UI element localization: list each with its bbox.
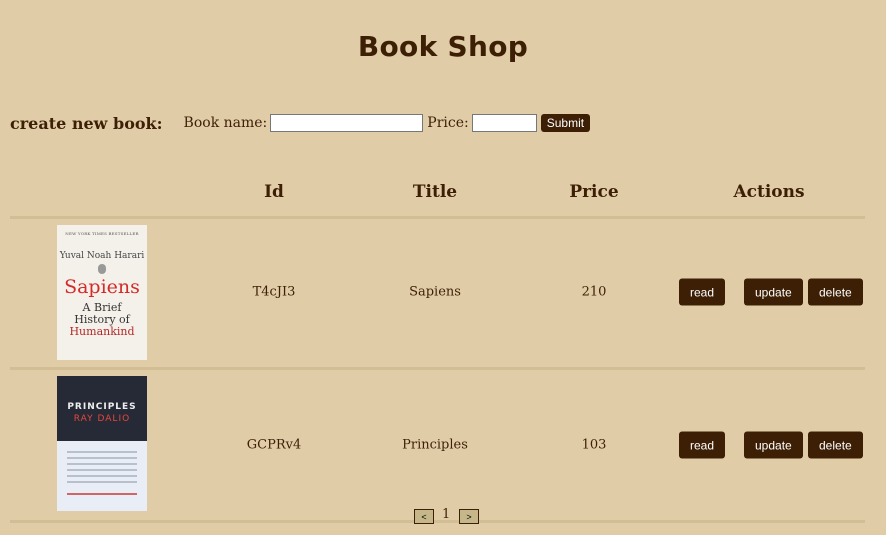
pagination: < 1 > xyxy=(0,507,886,525)
table-row: NEW YORK TIMES BESTSELLER Yuval Noah Har… xyxy=(10,217,865,370)
book-title: Sapiens xyxy=(409,284,461,300)
read-button[interactable]: read xyxy=(679,278,726,306)
header-price: Price xyxy=(569,182,619,202)
current-page: 1 xyxy=(442,507,451,522)
price-label: Price: xyxy=(427,115,469,131)
cover-author: RAY DALIO xyxy=(73,414,131,424)
cover-subtitle-line: A Brief xyxy=(82,300,122,314)
cover-author: Yuval Noah Harari xyxy=(59,250,145,261)
book-id: GCPRv4 xyxy=(246,437,302,453)
table-row: PRINCIPLES RAY DALIO GCPRv4 Principles 1… xyxy=(10,370,865,523)
cover-top-line: NEW YORK TIMES BESTSELLER xyxy=(65,231,139,236)
book-name-label: Book name: xyxy=(183,115,268,131)
update-button[interactable]: update xyxy=(744,431,803,459)
cover-subtitle-line: History of xyxy=(74,312,130,326)
submit-button[interactable]: Submit xyxy=(540,114,591,132)
book-price: 103 xyxy=(581,437,607,453)
header-title: Title xyxy=(412,182,458,202)
book-price: 210 xyxy=(581,284,607,300)
update-button[interactable]: update xyxy=(744,278,803,306)
table-header: Id Title Price Actions xyxy=(10,182,865,219)
header-actions: Actions xyxy=(733,182,805,202)
create-book-form: create new book: Book name: Price: Submi… xyxy=(10,111,591,135)
read-button[interactable]: read xyxy=(679,431,726,459)
delete-button[interactable]: delete xyxy=(808,278,863,306)
thumbprint-icon xyxy=(98,263,106,274)
cover-title: PRINCIPLES xyxy=(67,402,137,412)
cover-subtitle-line: Humankind xyxy=(69,324,135,338)
header-id: Id xyxy=(264,182,284,202)
delete-button[interactable]: delete xyxy=(808,431,863,459)
cover-title: Sapiens xyxy=(64,275,140,298)
book-id: T4cJI3 xyxy=(252,284,296,300)
book-name-input[interactable] xyxy=(270,114,424,132)
page-title: Book Shop xyxy=(357,30,529,63)
prev-page-button[interactable]: < xyxy=(414,509,434,524)
price-input[interactable] xyxy=(471,114,537,132)
book-cover-image: NEW YORK TIMES BESTSELLER Yuval Noah Har… xyxy=(57,225,147,360)
book-title: Principles xyxy=(402,437,468,453)
book-cover-image: PRINCIPLES RAY DALIO xyxy=(57,376,147,511)
create-book-label: create new book: xyxy=(10,113,163,133)
next-page-button[interactable]: > xyxy=(459,509,479,524)
